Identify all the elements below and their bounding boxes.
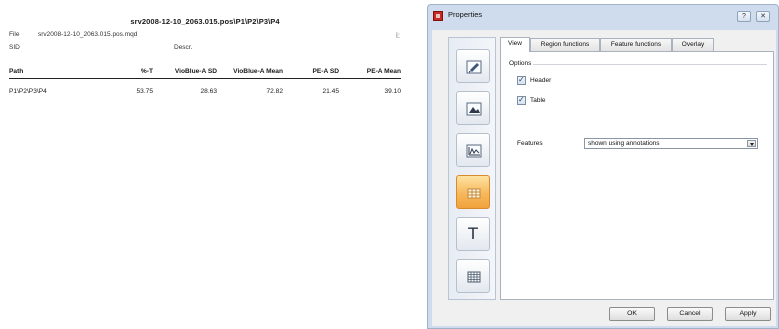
chevron-down-icon[interactable] — [747, 140, 756, 147]
features-label: Features — [517, 140, 543, 147]
properties-window: Properties ? ✕ T View Region functions F… — [427, 4, 779, 329]
column-header: %-T — [140, 68, 153, 75]
column-header: Path — [9, 68, 24, 75]
header-checkbox-label: Header — [530, 77, 552, 84]
corner-mark: i: — [396, 31, 400, 40]
column-header: VioBlue-A SD — [174, 68, 217, 75]
tab-feature-functions[interactable]: Feature functions — [600, 38, 672, 51]
table-row: P1\P2\P3\P4 53.75 28.63 72.82 21.45 39.1… — [9, 79, 401, 95]
sid-label: SID — [9, 44, 20, 51]
edit-category-button[interactable] — [456, 49, 490, 83]
table-checkbox-label: Table — [530, 97, 546, 104]
file-value: srv2008-12-10_2063.015.pos.mqd — [38, 31, 138, 38]
app-icon — [433, 11, 443, 21]
cancel-button[interactable]: Cancel — [667, 307, 713, 321]
question-icon: ? — [742, 13, 746, 20]
tab-view[interactable]: View — [500, 37, 530, 52]
options-divider — [531, 64, 767, 65]
table-cell: 21.45 — [322, 88, 339, 95]
help-button[interactable]: ? — [737, 11, 751, 22]
report-title: srv2008-12-10_2063.015.pos\P1\P2\P3\P4 — [130, 17, 280, 26]
column-header: VioBlue-A Mean — [233, 68, 283, 75]
descr-label: Descr. — [174, 44, 193, 51]
file-label: File — [9, 31, 20, 38]
close-icon: ✕ — [760, 13, 766, 20]
column-header: PE-A Mean — [366, 68, 401, 75]
statistics-table: Path %-T VioBlue-A SD VioBlue-A Mean PE-… — [9, 68, 401, 95]
table-cell: 72.82 — [266, 88, 283, 95]
header-checkbox[interactable] — [517, 75, 526, 85]
image-category-button[interactable] — [456, 91, 490, 125]
options-group-label: Options — [509, 60, 534, 67]
report-panel: srv2008-12-10_2063.015.pos\P1\P2\P3\P4 F… — [0, 0, 410, 329]
image-icon — [466, 102, 482, 116]
edit-icon — [466, 60, 482, 74]
column-header: PE-A SD — [312, 68, 339, 75]
title-bar[interactable]: Properties ? ✕ — [428, 5, 778, 29]
features-select-value: shown using annotations — [588, 140, 660, 147]
ok-button[interactable]: OK — [609, 307, 655, 321]
tab-overlay[interactable]: Overlay — [672, 38, 714, 51]
view-tab-page: Options Header Table Features shown usin… — [500, 51, 774, 300]
text-icon: T — [468, 224, 478, 243]
features-select[interactable]: shown using annotations — [584, 138, 758, 149]
table-cell: P1\P2\P3\P4 — [9, 88, 47, 95]
tab-region-functions[interactable]: Region functions — [530, 38, 600, 51]
table-cell: 39.10 — [384, 88, 401, 95]
table-category-button[interactable] — [456, 175, 490, 209]
table-checkbox[interactable] — [517, 95, 526, 105]
text-category-button[interactable]: T — [456, 217, 490, 251]
table-cell: 53.75 — [136, 88, 153, 95]
close-button[interactable]: ✕ — [756, 11, 770, 22]
line-chart-icon — [466, 144, 482, 158]
table-icon — [467, 188, 481, 199]
grid-category-button[interactable] — [456, 259, 490, 293]
dialog-client: T View Region functions Feature function… — [432, 30, 776, 326]
apply-button[interactable]: Apply — [725, 307, 771, 321]
table-cell: 28.63 — [200, 88, 217, 95]
table-header-row: Path %-T VioBlue-A SD VioBlue-A Mean PE-… — [9, 68, 401, 79]
category-rail: T — [448, 37, 496, 300]
line-chart-category-button[interactable] — [456, 133, 490, 167]
grid-icon — [467, 271, 481, 283]
window-title: Properties — [448, 10, 483, 19]
